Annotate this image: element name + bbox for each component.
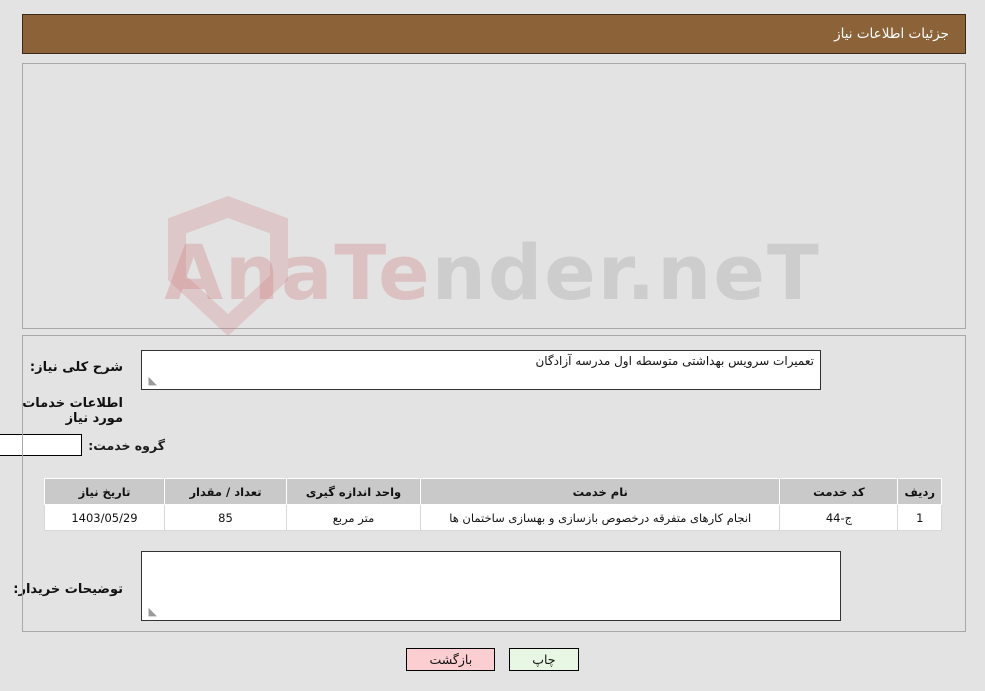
table-header-row: ردیف کد خدمت نام خدمت واحد اندازه گیری ت… bbox=[44, 478, 942, 505]
action-buttons: بازگشت چاپ bbox=[0, 648, 985, 671]
cell-name: انجام کارهای متفرقه درخصوص بازسازی و بهس… bbox=[419, 504, 781, 531]
resize-grip-icon[interactable]: ◣ bbox=[145, 375, 157, 387]
need-info-panel bbox=[22, 63, 966, 329]
back-button[interactable]: بازگشت bbox=[406, 648, 496, 671]
col-code: کد خدمت bbox=[779, 478, 899, 505]
page-root: AnaTender.neT جزئیات اطلاعات نیاز شماره … bbox=[0, 0, 985, 691]
services-table: ردیف کد خدمت نام خدمت واحد اندازه گیری ت… bbox=[44, 478, 942, 531]
table-row[interactable]: 1 ج-44 انجام کارهای متفرقه درخصوص بازساز… bbox=[44, 504, 942, 531]
page-title-bar: جزئیات اطلاعات نیاز bbox=[22, 14, 966, 54]
print-button[interactable]: چاپ bbox=[509, 648, 579, 671]
need-desc-textarea[interactable]: تعمیرات سرویس بهداشتی متوسطه اول مدرسه آ… bbox=[141, 350, 821, 390]
buyer-notes-textarea[interactable]: ◣ bbox=[141, 551, 841, 621]
page-title: جزئیات اطلاعات نیاز bbox=[834, 26, 949, 42]
col-qty: تعداد / مقدار bbox=[164, 478, 287, 505]
cell-index: 1 bbox=[897, 504, 942, 531]
need-desc-value: تعمیرات سرویس بهداشتی متوسطه اول مدرسه آ… bbox=[535, 354, 814, 368]
cell-date: 1403/05/29 bbox=[44, 504, 165, 531]
col-index: ردیف bbox=[897, 478, 942, 505]
col-name: نام خدمت bbox=[419, 478, 781, 505]
col-date: تاریخ نیاز bbox=[44, 478, 165, 505]
cell-unit: متر مربع bbox=[286, 504, 421, 531]
col-unit: واحد اندازه گیری bbox=[286, 478, 421, 505]
cell-code: ج-44 bbox=[779, 504, 899, 531]
resize-grip-icon-2[interactable]: ◣ bbox=[145, 606, 157, 618]
cell-qty: 85 bbox=[164, 504, 287, 531]
